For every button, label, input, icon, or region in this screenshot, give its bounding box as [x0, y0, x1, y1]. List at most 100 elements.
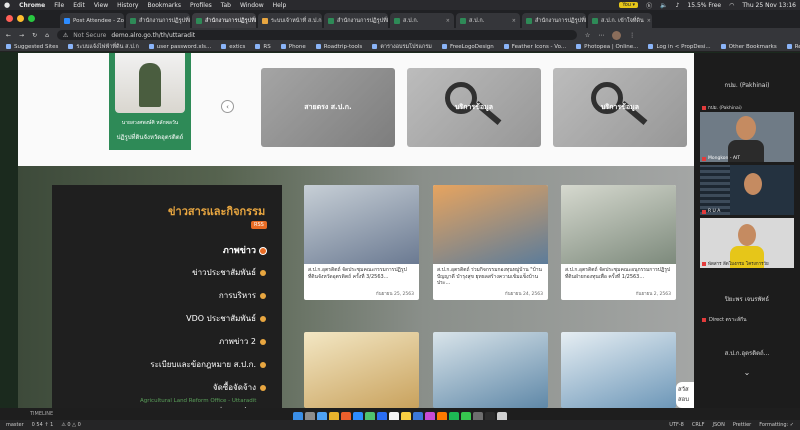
news-card[interactable] — [304, 332, 419, 408]
hp-icon[interactable]: ⓗ — [646, 1, 652, 10]
mic-icon[interactable]: ♪ — [676, 2, 680, 9]
menubar-window[interactable]: Window — [240, 2, 264, 9]
menubar-clock[interactable]: Thu 25 Nov 13:16 — [742, 2, 796, 9]
browser-tab[interactable]: สำนักงานการปฏิรูปที่ดิน× — [192, 13, 256, 28]
menubar-bookmarks[interactable]: Bookmarks — [147, 2, 181, 9]
bookmark-item[interactable]: Suggested Sites — [6, 44, 58, 50]
category-bullet-icon — [260, 338, 266, 345]
close-window-icon[interactable] — [6, 15, 13, 22]
browser-tab[interactable]: ส.ป.ก. × — [390, 13, 454, 28]
timeline-label[interactable]: TIMELINE — [30, 411, 53, 417]
zoom-share-button[interactable]: You ▾ — [619, 2, 639, 8]
line-ending[interactable]: CRLF — [692, 422, 705, 428]
menubar-file[interactable]: File — [54, 2, 64, 9]
apple-icon[interactable]: ● — [4, 1, 10, 9]
zoom-video-tile[interactable]: Mongkon - AIT — [700, 112, 794, 162]
browser-tab[interactable]: ส.ป.ก. × — [456, 13, 520, 28]
menubar-view[interactable]: View — [94, 2, 108, 9]
bookmark-item[interactable]: ตารางอบรมโปรแกรม — [372, 43, 432, 51]
menubar-edit[interactable]: Edit — [73, 2, 85, 9]
bookmark-item[interactable]: Feather Icons - Vo... — [503, 44, 566, 50]
bookmark-item[interactable]: RS — [255, 44, 271, 50]
profile-avatar[interactable] — [612, 30, 622, 40]
news-category-item[interactable]: ระเบียบและข้อกฎหมาย ส.ป.ก. — [150, 358, 266, 371]
carousel-prev-button[interactable]: ‹ — [221, 100, 234, 113]
git-branch[interactable]: master — [6, 422, 24, 428]
bookmark-item[interactable]: Reading List — [786, 44, 800, 50]
news-card[interactable]: ส.ป.ก.อุตรดิตถ์ จัดประชุมคณะกรรมการปฏิรู… — [304, 185, 419, 300]
browser-tab[interactable]: สำนักงานการปฏิรูปที่ดิน× — [324, 13, 388, 28]
bookmark-item[interactable]: user password.xls... — [148, 44, 211, 50]
volume-icon[interactable]: 🔈 — [660, 2, 667, 9]
menubar-tab[interactable]: Tab — [221, 2, 231, 9]
zoom-video-tile[interactable]: พัดสาร ลีดโมงกรม โครงการวัย — [700, 218, 794, 268]
bookmark-item[interactable]: Log in < PropDesi... — [648, 44, 711, 50]
browser-tab[interactable]: สำนักงานการปฏิรูปที่ดิน× — [126, 13, 190, 28]
url-bar[interactable]: ⚠ Not Secure demo.alro.go.th/th/uttaradi… — [56, 30, 577, 40]
extensions-icon[interactable]: ⋯ — [598, 32, 604, 39]
rss-badge[interactable]: RSS — [251, 221, 267, 229]
minimize-window-icon[interactable] — [17, 15, 24, 22]
browser-tab[interactable]: Post Attendee - Zoom× — [60, 13, 124, 28]
bookmark-icon — [280, 44, 286, 49]
tab-favicon — [526, 17, 532, 24]
news-card[interactable]: ส.ป.ก.อุตรดิตถ์ จัดประชุมคณะอนุกรรมการปฏ… — [561, 185, 676, 300]
close-tab-icon[interactable]: × — [446, 18, 450, 24]
bookmark-star-icon[interactable]: ☆ — [585, 32, 590, 39]
news-category-item[interactable]: ภาพข่าว — [223, 243, 266, 257]
reload-icon[interactable]: ↻ — [32, 32, 37, 39]
news-category-item[interactable]: ภาพข่าว 2 — [219, 335, 266, 348]
governor-position: ปฏิรูปที่ดินจังหวัดอุตรดิตถ์ — [116, 134, 184, 141]
service-card-info-2[interactable]: บริการข้อมูล — [553, 68, 687, 147]
wifi-icon[interactable]: ◠ — [729, 2, 734, 9]
bookmark-icon — [648, 44, 654, 49]
news-card[interactable]: ส.ป.ก.อุตรดิตถ์ ร่วมกิจกรรมกองทุนหมู่บ้า… — [433, 185, 548, 300]
battery-status[interactable]: 15.5% Free — [687, 2, 721, 9]
tab-label: ส.ป.ก. — [469, 17, 485, 24]
menu-icon[interactable]: ⋮ — [629, 32, 635, 39]
governor-card[interactable]: นายสวงศพงษ์ศิ หลักพลวัน ปฏิรูปที่ดินจังห… — [109, 53, 191, 150]
formatting-status[interactable]: Formatting: ✓ — [759, 422, 794, 428]
bookmark-label: Suggested Sites — [14, 43, 59, 50]
service-card-hotline[interactable]: สายตรง ส.ป.ก. — [261, 68, 395, 147]
home-icon[interactable]: ⌂ — [45, 32, 49, 39]
prettier-status[interactable]: Prettier — [733, 422, 751, 428]
browser-tab[interactable]: สำนักงานการปฏิรูปที่ดิน× — [522, 13, 586, 28]
problems-status[interactable]: ⚠ 0 △ 0 — [61, 422, 80, 428]
bookmark-item[interactable]: extics — [221, 44, 245, 50]
browser-tab[interactable]: ส.ป.ก. เข้าใจที่ดิน × — [588, 13, 652, 28]
news-category-item[interactable]: จัดซื้อจัดจ้าง — [213, 381, 266, 394]
news-category-item[interactable]: ข่าวประชาสัมพันธ์ — [192, 266, 266, 279]
bookmark-item[interactable]: Roadtrip-tools — [315, 44, 362, 50]
bookmark-item[interactable]: Photopea | Online... — [576, 44, 638, 50]
bookmark-label: Photopea | Online... — [584, 43, 639, 50]
language-mode[interactable]: JSON — [712, 422, 724, 428]
close-tab-icon[interactable]: × — [647, 18, 651, 24]
menubar-history[interactable]: History — [117, 2, 138, 9]
menubar-profiles[interactable]: Profiles — [190, 2, 212, 9]
news-card[interactable] — [561, 332, 676, 408]
bookmark-item[interactable]: ระบบแจ้งไฟฟ้าที่ดิน ส.ป.ก — [68, 43, 139, 51]
zoom-video-tile[interactable]: R U A — [700, 165, 794, 215]
maximize-window-icon[interactable] — [28, 15, 35, 22]
news-category-item[interactable]: การบริหาร — [219, 289, 266, 302]
news-card[interactable] — [433, 332, 548, 408]
bookmark-item[interactable]: FreeLogoDesign — [441, 44, 494, 50]
browser-tab-bar: Post Attendee - Zoom×สำนักงานการปฏิรูปที… — [0, 10, 800, 28]
forward-icon[interactable]: → — [19, 32, 24, 39]
menubar-help[interactable]: Help — [273, 2, 287, 9]
bookmark-item[interactable]: Other Bookmarks — [720, 44, 777, 50]
menubar-app-name[interactable]: Chrome — [19, 2, 45, 9]
bookmark-item[interactable]: Phone — [280, 44, 306, 50]
sync-status[interactable]: 0 54 ↑ 1 — [32, 422, 54, 428]
browser-tab[interactable]: ระบบเจ้าหน้าที่ ส.ป.ก.× — [258, 13, 322, 28]
news-category-item[interactable]: VDO ประชาสัมพันธ์ — [186, 312, 266, 325]
close-tab-icon[interactable]: × — [512, 18, 516, 24]
url-text[interactable]: demo.alro.go.th/th/uttaradit — [111, 32, 195, 39]
service-card-info-1[interactable]: บริการข้อมูล — [407, 68, 541, 147]
zoom-tile-name: Mongkon - AIT — [702, 156, 740, 161]
side-floating-badge[interactable]: สวัส สอบ — [676, 382, 694, 408]
encoding[interactable]: UTF-8 — [669, 422, 684, 428]
back-icon[interactable]: ← — [6, 32, 11, 39]
chevron-down-icon[interactable]: ⌄ — [694, 368, 800, 377]
